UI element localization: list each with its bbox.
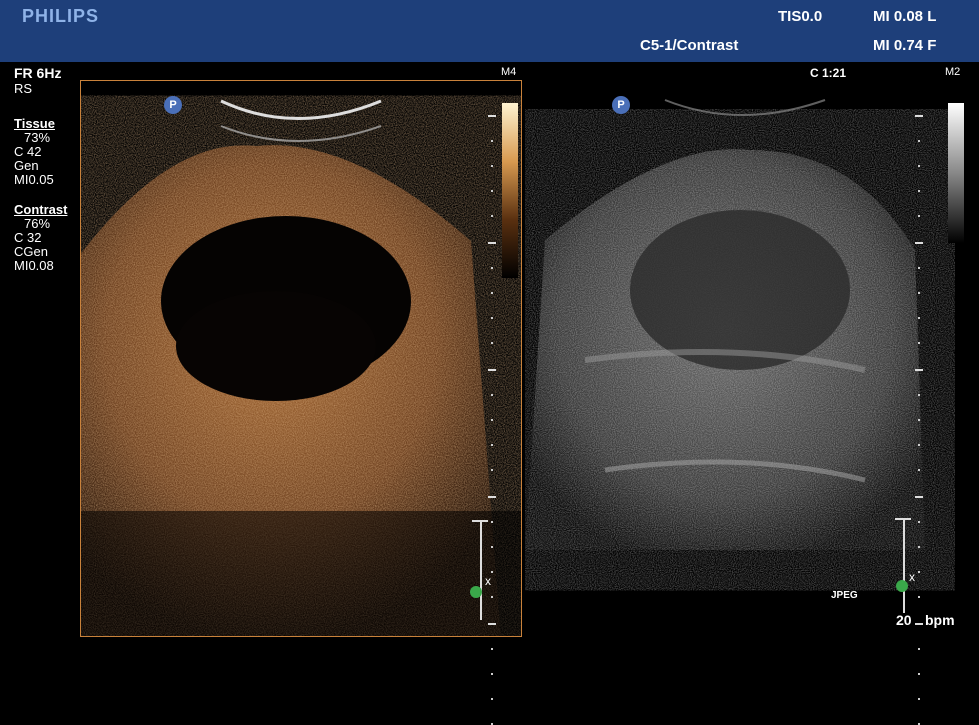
probe-orientation-icon-right: P bbox=[612, 96, 630, 114]
depth-dot bbox=[491, 648, 493, 650]
caliper-cap-left bbox=[472, 520, 488, 522]
brand-logo: PHILIPS bbox=[22, 6, 100, 26]
depth-dot bbox=[918, 140, 920, 142]
depth-dot bbox=[491, 419, 493, 421]
depth-dot bbox=[491, 292, 493, 294]
timer-readout: C 1:21 bbox=[810, 66, 847, 80]
contrast-image-pane[interactable] bbox=[80, 80, 522, 637]
heart-rate-value: 20 bbox=[896, 612, 912, 628]
contrast-colormap-bar bbox=[502, 103, 518, 278]
depth-dot bbox=[918, 419, 920, 421]
tissue-label: Tissue bbox=[14, 116, 55, 131]
tissue-gain: 73% bbox=[24, 130, 51, 145]
bmode-image-pane[interactable] bbox=[525, 80, 955, 635]
depth-tick bbox=[488, 369, 496, 371]
frame-rate: FR 6Hz bbox=[14, 65, 62, 81]
caliper-line-left[interactable] bbox=[480, 520, 482, 620]
depth-dot bbox=[491, 546, 493, 548]
depth-tick bbox=[488, 496, 496, 498]
header-bar bbox=[0, 0, 979, 62]
right-map-label: M2 bbox=[945, 66, 961, 78]
depth-dot bbox=[918, 648, 920, 650]
caliper-marker-right[interactable] bbox=[896, 580, 908, 592]
depth-dot bbox=[918, 596, 920, 598]
depth-dot bbox=[491, 215, 493, 217]
caliper-x-left: x bbox=[485, 574, 491, 588]
jpeg-label: JPEG bbox=[831, 590, 858, 601]
depth-dot bbox=[491, 571, 493, 573]
depth-dot bbox=[918, 444, 920, 446]
depth-tick bbox=[488, 623, 496, 625]
depth-dot bbox=[491, 317, 493, 319]
depth-dot bbox=[918, 394, 920, 396]
depth-dot bbox=[491, 140, 493, 142]
depth-dot bbox=[491, 673, 493, 675]
depth-dot bbox=[918, 546, 920, 548]
depth-dot bbox=[491, 394, 493, 396]
depth-tick bbox=[488, 242, 496, 244]
depth-dot bbox=[491, 342, 493, 344]
tissue-mode: Gen bbox=[14, 158, 39, 173]
tissue-compression: C 42 bbox=[14, 144, 42, 159]
caliper-x-right: x bbox=[909, 570, 915, 584]
depth-tick bbox=[915, 369, 923, 371]
depth-dot bbox=[491, 165, 493, 167]
depth-dot bbox=[918, 571, 920, 573]
heart-rate-unit: bpm bbox=[925, 612, 955, 628]
contrast-mode: CGen bbox=[14, 244, 48, 259]
depth-dot bbox=[918, 190, 920, 192]
contrast-gain: 76% bbox=[24, 216, 51, 231]
depth-dot bbox=[491, 521, 493, 523]
depth-dot bbox=[918, 698, 920, 700]
depth-dot bbox=[918, 317, 920, 319]
contrast-mi: MI0.08 bbox=[14, 258, 54, 273]
caliper-line-right[interactable] bbox=[903, 518, 905, 613]
depth-dot bbox=[918, 521, 920, 523]
depth-dot bbox=[918, 267, 920, 269]
depth-dot bbox=[491, 469, 493, 471]
depth-dot bbox=[918, 342, 920, 344]
probe-mode: C5-1/Contrast bbox=[640, 37, 739, 54]
probe-orientation-icon-left: P bbox=[164, 96, 182, 114]
depth-tick bbox=[488, 115, 496, 117]
contrast-label: Contrast bbox=[14, 202, 68, 217]
contrast-ultrasound-image bbox=[81, 99, 521, 636]
depth-dot bbox=[491, 267, 493, 269]
depth-tick bbox=[915, 623, 923, 625]
mi-readout-bottom: MI 0.74 F bbox=[873, 37, 937, 54]
depth-dot bbox=[491, 698, 493, 700]
depth-dot bbox=[918, 673, 920, 675]
depth-dot bbox=[918, 292, 920, 294]
contrast-compression: C 32 bbox=[14, 230, 42, 245]
depth-tick bbox=[915, 242, 923, 244]
tis-readout: TIS0.0 bbox=[778, 8, 823, 25]
rs-label: RS bbox=[14, 81, 33, 96]
depth-dot bbox=[918, 165, 920, 167]
depth-tick bbox=[915, 496, 923, 498]
grayscale-map-bar bbox=[948, 103, 964, 243]
depth-dot bbox=[491, 190, 493, 192]
caliper-marker-left[interactable] bbox=[470, 586, 482, 598]
depth-dot bbox=[491, 444, 493, 446]
depth-dot bbox=[918, 469, 920, 471]
mi-readout-top: MI 0.08 L bbox=[873, 8, 937, 25]
depth-dot bbox=[491, 596, 493, 598]
tissue-mi: MI0.05 bbox=[14, 172, 54, 187]
depth-tick bbox=[915, 115, 923, 117]
bmode-ultrasound-image bbox=[525, 99, 925, 550]
depth-dot bbox=[918, 215, 920, 217]
caliper-cap-right bbox=[895, 518, 911, 520]
left-map-label: M4 bbox=[501, 66, 517, 78]
